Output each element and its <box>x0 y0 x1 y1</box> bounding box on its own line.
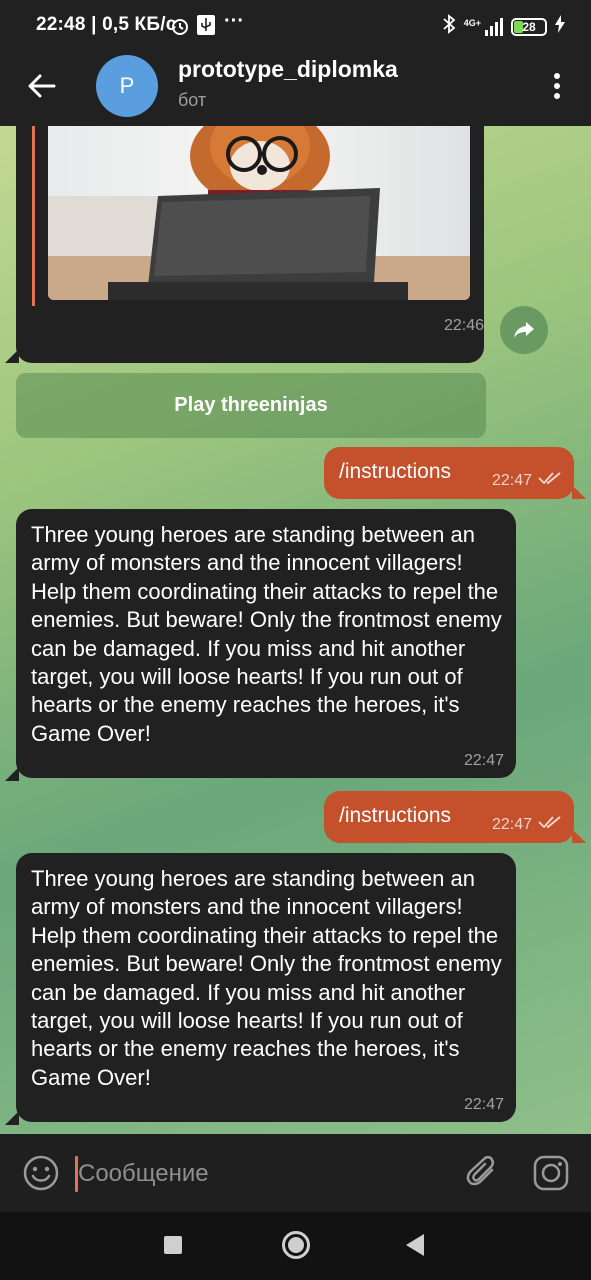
status-time: 22:48 | 0,5 КБ/с <box>36 14 177 35</box>
outgoing-message[interactable]: /instructions 22:47 <box>324 447 574 499</box>
outgoing-message[interactable]: /instructions 22:47 <box>324 791 574 843</box>
system-nav-bar <box>0 1212 591 1280</box>
more-notifications-icon: ··· <box>224 10 244 32</box>
message-text[interactable]: Three young heroes are standing between … <box>31 865 502 1092</box>
game-preview-image[interactable] <box>48 126 470 300</box>
message-time: 22:47 <box>491 471 532 489</box>
reply-accent-bar <box>32 126 35 306</box>
home-button[interactable] <box>282 1231 310 1259</box>
message-time: 22:47 <box>491 815 532 833</box>
recents-button[interactable] <box>164 1236 182 1254</box>
double-check-icon <box>538 815 562 834</box>
message-time: 22:47 <box>463 752 504 770</box>
double-check-icon <box>538 471 562 490</box>
more-vert-icon[interactable] <box>545 68 569 104</box>
incoming-message[interactable]: Three young heroes are standing between … <box>16 853 516 1123</box>
message-text[interactable]: Three young heroes are standing between … <box>31 521 502 748</box>
avatar-letter: P <box>119 73 135 98</box>
bubble-tail <box>572 829 586 843</box>
chat-area[interactable]: 22:46 Play threeninjas /instructions 22:… <box>0 126 591 1134</box>
battery-level: 28 <box>522 19 536 34</box>
bubble-tail <box>5 349 19 363</box>
message-time: 22:46 <box>444 317 485 334</box>
bluetooth-icon <box>442 14 456 39</box>
photo-message[interactable]: 22:46 <box>16 126 484 363</box>
message-input[interactable] <box>78 1152 438 1196</box>
message-meta: 22:47 <box>492 471 562 490</box>
nav-back-button[interactable] <box>406 1234 424 1256</box>
share-icon[interactable] <box>500 306 548 354</box>
message-time: 22:47 <box>463 1096 504 1114</box>
alarm-icon <box>170 16 190 41</box>
incoming-message[interactable]: Three young heroes are standing between … <box>16 509 516 779</box>
camera-icon[interactable] <box>532 1154 570 1192</box>
message-text[interactable]: /instructions <box>339 804 451 828</box>
network-label: 4G+ <box>463 17 481 28</box>
attach-icon[interactable] <box>464 1154 502 1192</box>
back-arrow-icon[interactable] <box>22 66 62 106</box>
chat-title[interactable]: prototype_diplomka <box>178 56 398 83</box>
bubble-tail <box>572 485 586 499</box>
play-game-button[interactable]: Play threeninjas <box>16 373 486 438</box>
message-text[interactable]: /instructions <box>339 460 451 484</box>
avatar[interactable]: P <box>96 55 158 117</box>
usb-icon <box>196 14 216 41</box>
status-icons: 4G+ 28 <box>442 14 565 39</box>
signal-icon: 4G+ <box>463 17 503 36</box>
charging-icon <box>555 15 565 38</box>
chat-header: P prototype_diplomka бот <box>0 50 591 126</box>
emoji-icon[interactable] <box>22 1154 60 1192</box>
message-composer <box>0 1134 591 1212</box>
chat-subtitle: бот <box>178 90 207 110</box>
battery-icon: 28 <box>511 17 547 36</box>
message-meta: 22:47 <box>492 815 562 834</box>
status-bar: 22:48 | 0,5 КБ/с ··· 4G+ 28 <box>0 0 591 50</box>
